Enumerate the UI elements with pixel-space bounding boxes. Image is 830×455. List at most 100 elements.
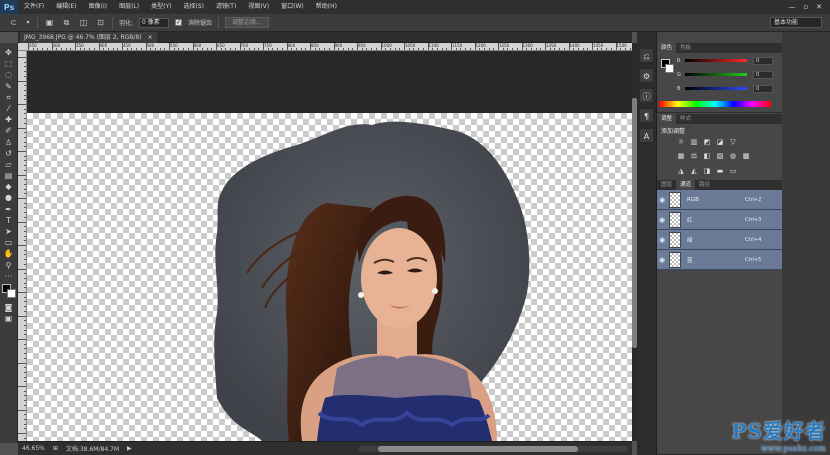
lasso-tool-icon[interactable]: ◌ bbox=[3, 69, 15, 80]
menu-layer[interactable]: 图层(L) bbox=[113, 0, 145, 14]
dodge-tool-icon[interactable]: ● bbox=[3, 192, 15, 203]
red-value-input[interactable]: 0 bbox=[753, 57, 773, 65]
visibility-eye-icon[interactable]: ◉ bbox=[657, 216, 667, 224]
eyedropper-tool-icon[interactable]: ⁄ bbox=[3, 103, 15, 114]
paragraph-panel-icon[interactable]: ¶ bbox=[639, 108, 654, 123]
history-panel-icon[interactable]: ⎌ bbox=[639, 48, 654, 63]
screen-mode-icon[interactable]: ▣ bbox=[3, 313, 15, 324]
info-panel-icon[interactable]: ⓘ bbox=[639, 88, 654, 103]
character-panel-icon[interactable]: A bbox=[639, 128, 654, 143]
move-tool-icon[interactable]: ✥ bbox=[3, 47, 15, 58]
crop-tool-icon[interactable]: ⌗ bbox=[3, 92, 15, 103]
posterize-icon[interactable]: ◭ bbox=[690, 167, 698, 175]
tab-channels[interactable]: 通道 bbox=[676, 180, 696, 190]
tab-layers[interactable]: 图层 bbox=[657, 180, 676, 190]
history-brush-icon[interactable]: ↺ bbox=[3, 148, 15, 159]
menu-type[interactable]: 类型(Y) bbox=[145, 0, 177, 14]
channel-row-red[interactable]: ◉ 红 Ctrl+3 bbox=[657, 210, 782, 230]
hand-tool-icon[interactable]: ✋ bbox=[3, 248, 15, 259]
gradient-icon[interactable]: ▭ bbox=[729, 167, 737, 175]
subtract-selection-icon[interactable]: ◫ bbox=[78, 17, 89, 28]
channel-row-blue[interactable]: ◉ 蓝 Ctrl+5 bbox=[657, 250, 782, 270]
horizontal-scrollbar[interactable] bbox=[358, 446, 628, 452]
brightness-icon[interactable]: ☼ bbox=[677, 138, 685, 146]
color-swatches[interactable] bbox=[1, 283, 16, 298]
properties-panel-icon[interactable]: ⚙ bbox=[639, 68, 654, 83]
tab-color[interactable]: 颜色 bbox=[657, 43, 677, 53]
tab-close-icon[interactable]: × bbox=[148, 32, 153, 43]
menu-window[interactable]: 窗口(W) bbox=[275, 0, 310, 14]
exposure-icon[interactable]: ◪ bbox=[716, 138, 724, 146]
eraser-tool-icon[interactable]: ▱ bbox=[3, 159, 15, 170]
channel-mixer-icon[interactable]: ▩ bbox=[742, 152, 750, 160]
menu-filter[interactable]: 滤镜(T) bbox=[210, 0, 242, 14]
tab-swatches[interactable]: 色板 bbox=[676, 43, 695, 53]
quick-select-tool-icon[interactable]: ✎ bbox=[3, 81, 15, 92]
tab-paths[interactable]: 路径 bbox=[695, 180, 714, 190]
green-slider[interactable] bbox=[685, 73, 747, 76]
levels-icon[interactable]: ▥ bbox=[690, 138, 698, 146]
document-tab[interactable]: JMG_3968.JPG @ 46.7% (图层 2, RGB/8) × bbox=[20, 32, 157, 43]
photo-filter-icon[interactable]: ◍ bbox=[729, 152, 737, 160]
antialias-checkbox[interactable]: ✓ bbox=[175, 19, 183, 26]
red-slider[interactable] bbox=[685, 59, 747, 62]
document-canvas[interactable] bbox=[27, 113, 632, 441]
workspace-select[interactable]: 基本功能 bbox=[770, 17, 822, 28]
channel-row-green[interactable]: ◉ 绿 Ctrl+4 bbox=[657, 230, 782, 250]
pasteboard[interactable] bbox=[27, 51, 632, 441]
more-tools-icon[interactable]: ··· bbox=[3, 271, 15, 282]
invert-icon[interactable]: ◮ bbox=[677, 167, 685, 175]
intersect-selection-icon[interactable]: ⊡ bbox=[95, 17, 106, 28]
status-arrow-icon[interactable]: ▶ bbox=[127, 445, 132, 452]
color-balance-icon[interactable]: ◧ bbox=[703, 152, 711, 160]
hue-saturation-icon[interactable]: ⚖ bbox=[690, 152, 698, 160]
visibility-eye-icon[interactable]: ◉ bbox=[657, 236, 667, 244]
curves-icon[interactable]: ◩ bbox=[703, 138, 711, 146]
menu-select[interactable]: 选择(S) bbox=[177, 0, 210, 14]
background-color-swatch[interactable] bbox=[6, 288, 16, 298]
type-tool-icon[interactable]: T bbox=[3, 215, 15, 226]
status-icon[interactable]: ⊞ bbox=[53, 445, 58, 452]
add-selection-icon[interactable]: ⧉ bbox=[61, 17, 72, 28]
black-white-icon[interactable]: ▨ bbox=[716, 152, 724, 160]
gradient-map-icon[interactable]: ▽ bbox=[729, 138, 737, 146]
blue-slider[interactable] bbox=[685, 87, 747, 90]
stamp-tool-icon[interactable]: ♙ bbox=[3, 137, 15, 148]
selective-color-icon[interactable]: ▬ bbox=[716, 167, 724, 175]
vibrance-icon[interactable]: ▦ bbox=[677, 152, 685, 160]
lasso-icon[interactable]: ⊂ bbox=[8, 17, 19, 28]
healing-tool-icon[interactable]: ✚ bbox=[3, 114, 15, 125]
visibility-eye-icon[interactable]: ◉ bbox=[657, 256, 667, 264]
tab-styles[interactable]: 样式 bbox=[676, 114, 695, 124]
background-color-swatch[interactable] bbox=[665, 64, 674, 73]
close-button[interactable]: ✕ bbox=[816, 3, 822, 11]
new-selection-icon[interactable]: ▣ bbox=[44, 17, 55, 28]
quick-mask-icon[interactable]: ◙ bbox=[3, 302, 15, 313]
threshold-icon[interactable]: ◨ bbox=[703, 167, 711, 175]
blue-value-input[interactable]: 0 bbox=[753, 85, 773, 93]
path-select-tool-icon[interactable]: ➤ bbox=[3, 226, 15, 237]
color-spectrum[interactable] bbox=[659, 101, 771, 107]
menu-image[interactable]: 图像(I) bbox=[83, 0, 113, 14]
pen-tool-icon[interactable]: ✒ bbox=[3, 204, 15, 215]
menu-view[interactable]: 视图(V) bbox=[242, 0, 275, 14]
horizontal-scroll-thumb[interactable] bbox=[378, 446, 578, 452]
menu-file[interactable]: 文件(F) bbox=[18, 0, 50, 14]
minimize-button[interactable]: — bbox=[788, 3, 795, 11]
green-value-input[interactable]: 0 bbox=[753, 71, 773, 79]
zoom-level[interactable]: 46.65% bbox=[22, 445, 45, 452]
zoom-tool-icon[interactable]: ⚲ bbox=[3, 260, 15, 271]
gradient-tool-icon[interactable]: ▤ bbox=[3, 170, 15, 181]
feather-input[interactable]: 0 像素 bbox=[139, 17, 170, 28]
menu-help[interactable]: 帮助(H) bbox=[310, 0, 343, 14]
tab-adjustments[interactable]: 调整 bbox=[657, 114, 677, 124]
chevron-down-icon[interactable]: ▾ bbox=[25, 17, 31, 28]
shape-tool-icon[interactable]: ▭ bbox=[3, 237, 15, 248]
brush-tool-icon[interactable]: ✐ bbox=[3, 125, 15, 136]
refine-edge-button[interactable]: 调整边缘... bbox=[225, 17, 269, 28]
blur-tool-icon[interactable]: ◆ bbox=[3, 181, 15, 192]
channel-row-rgb[interactable]: ◉ RGB Ctrl+2 bbox=[657, 190, 782, 210]
menu-edit[interactable]: 编辑(E) bbox=[50, 0, 82, 14]
restore-button[interactable]: ▫ bbox=[803, 3, 808, 11]
marquee-tool-icon[interactable]: ⬚ bbox=[3, 58, 15, 69]
